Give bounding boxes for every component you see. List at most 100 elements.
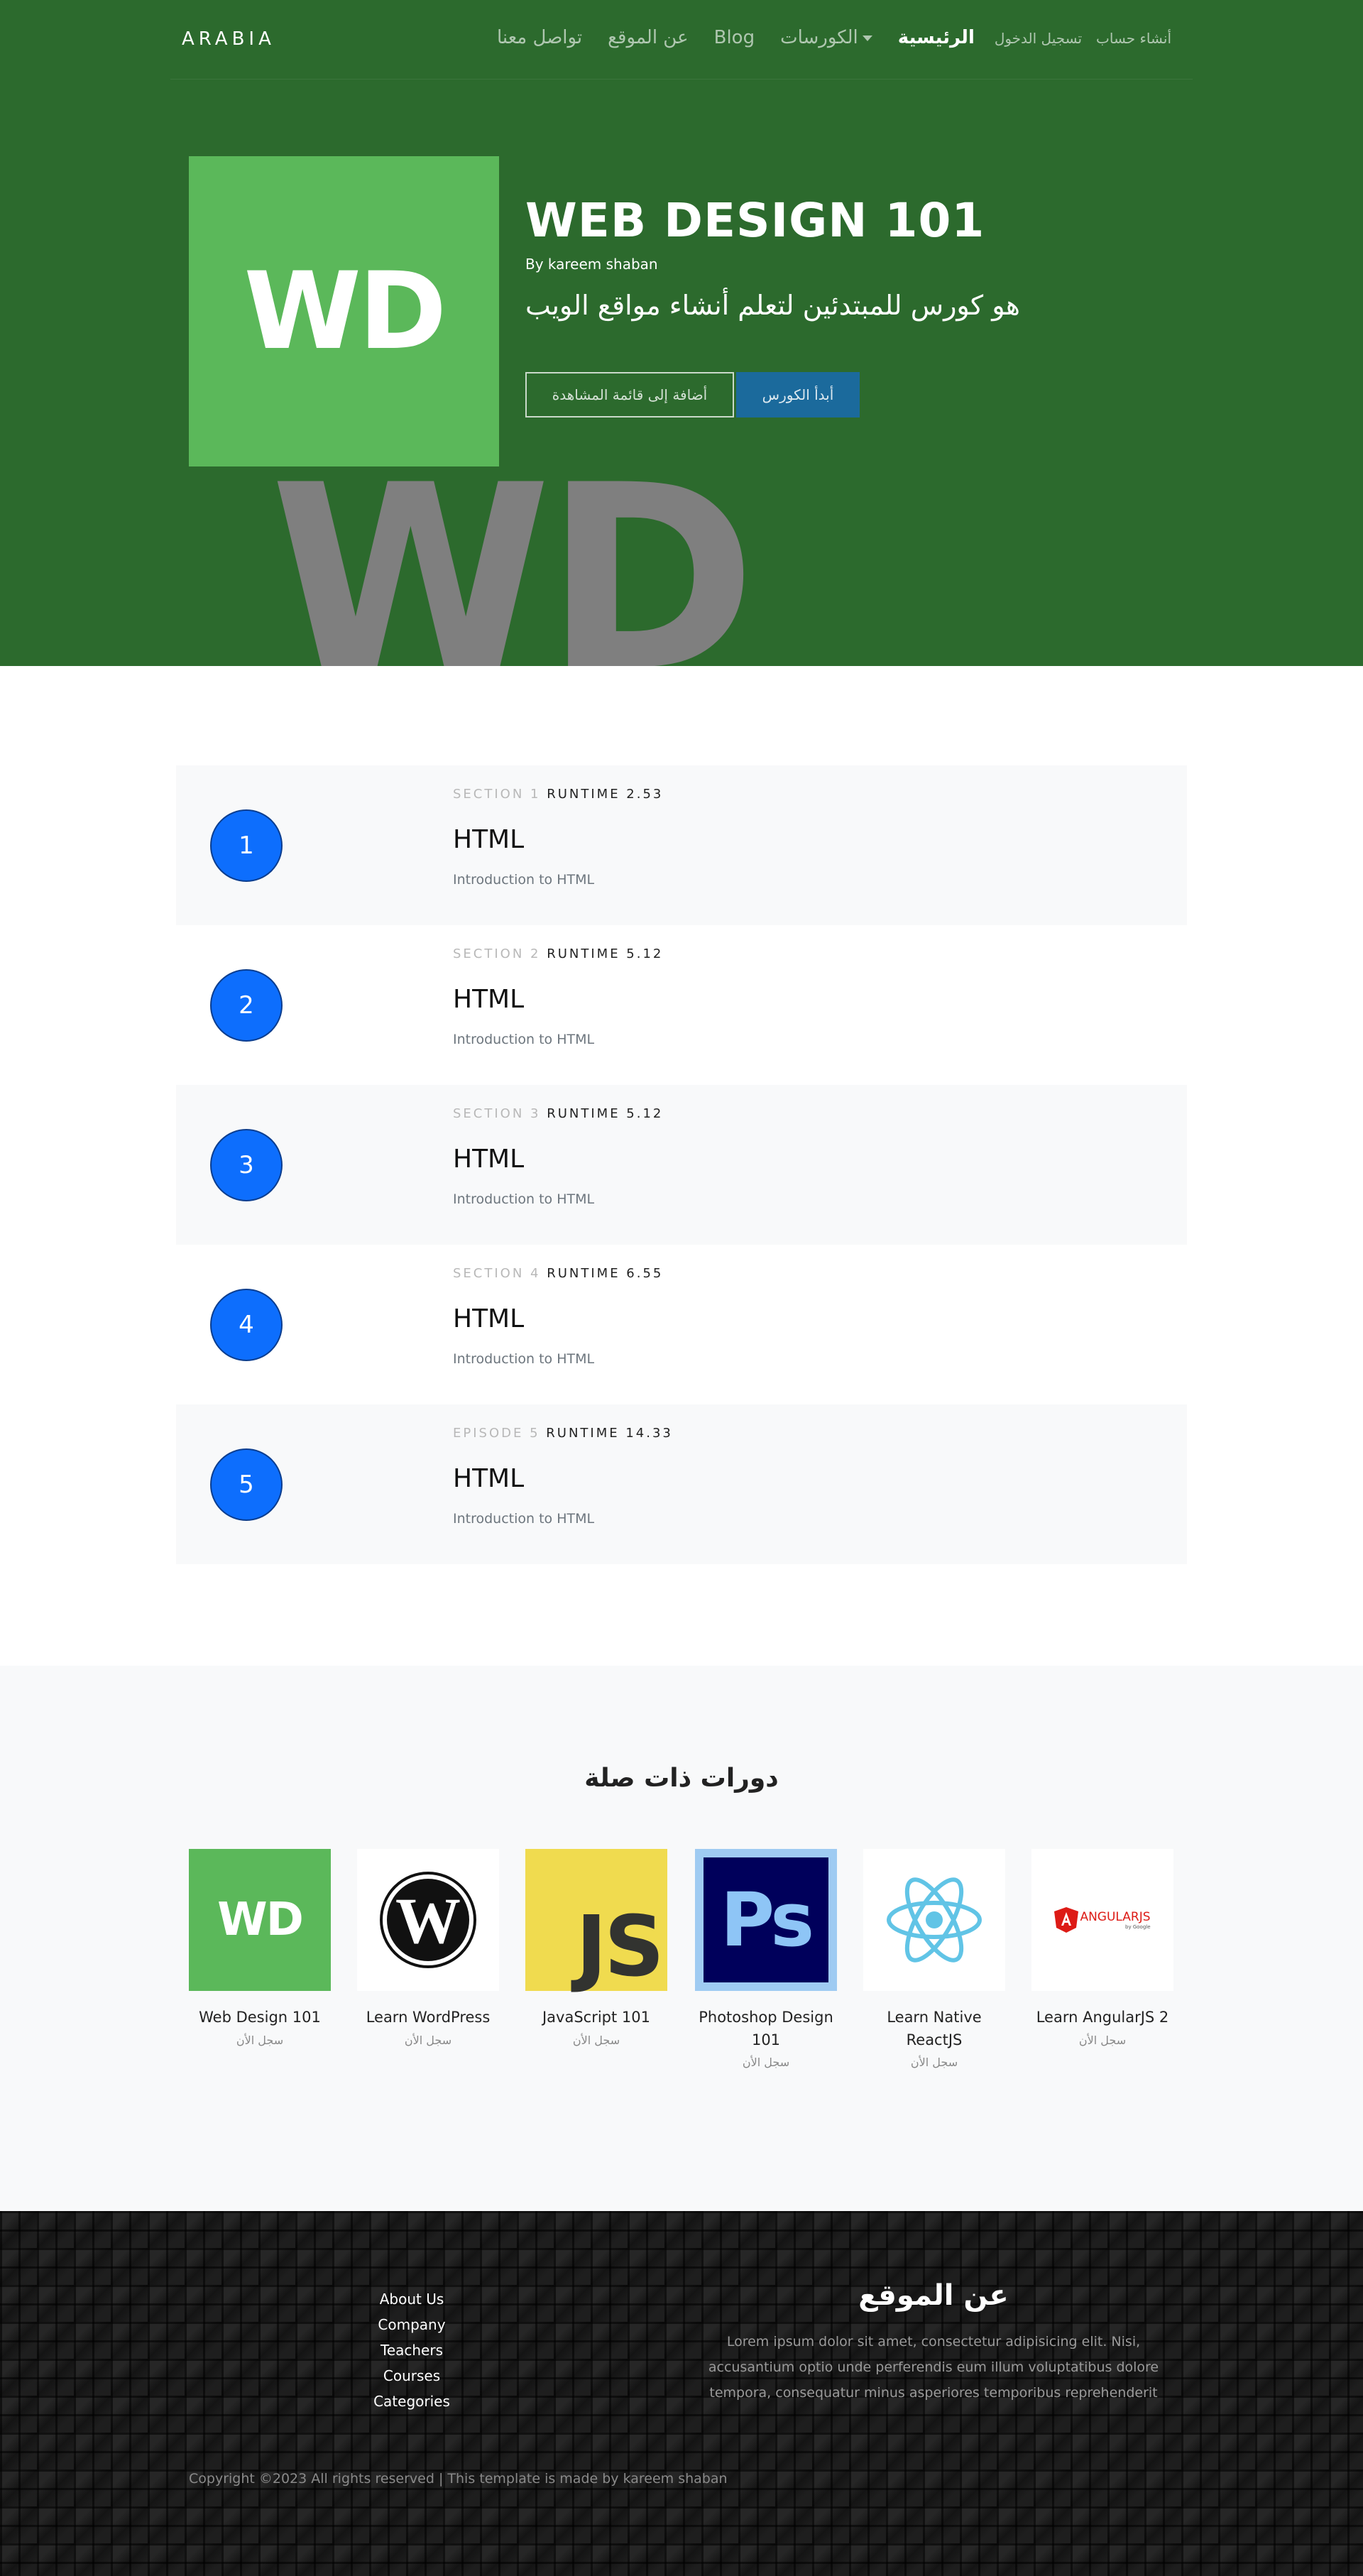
hero-watermark: WD — [270, 430, 757, 667]
wordpress-logo-icon: W — [357, 1849, 499, 1991]
navbar: ARABIA تواصل معنا عن الموقع Blog الكورسا… — [170, 0, 1193, 80]
section-runtime: RUNTIME 5.12 — [547, 946, 664, 961]
section-runtime: RUNTIME 5.12 — [547, 1106, 664, 1121]
section-row[interactable]: 2 SECTION 2 RUNTIME 5.12 HTML Introducti… — [176, 925, 1187, 1085]
footer-link-company[interactable]: Company — [341, 2312, 483, 2337]
footer-about-text: Lorem ipsum dolor sit amet, consectetur … — [708, 2334, 1159, 2401]
enroll-link[interactable]: سجل الأن — [357, 2034, 499, 2047]
add-to-watchlist-button[interactable]: أضافة إلى قائمة المشاهدة — [525, 372, 734, 417]
nav-link-home[interactable]: الرئيسية — [898, 27, 975, 48]
enroll-link[interactable]: سجل الأن — [695, 2056, 837, 2069]
course-card-name: JavaScript 101 — [542, 2009, 651, 2026]
course-card-name: Photoshop Design 101 — [699, 2009, 833, 2048]
course-sections: 1 SECTION 1 RUNTIME 2.53 HTML Introducti… — [0, 666, 1363, 1666]
course-logo: WD — [189, 156, 499, 466]
course-card[interactable]: WD Web Design 101 سجل الأن — [189, 1849, 331, 2047]
section-number-badge: 1 — [210, 809, 283, 882]
section-row[interactable]: 1 SECTION 1 RUNTIME 2.53 HTML Introducti… — [176, 765, 1187, 925]
section-description: Introduction to HTML — [453, 1511, 595, 1527]
footer-link-about-us[interactable]: About Us — [341, 2286, 483, 2312]
section-meta: SECTION 2 RUNTIME 5.12 — [453, 946, 663, 961]
section-description: Introduction to HTML — [453, 1351, 595, 1367]
section-title: HTML — [453, 985, 525, 1014]
section-number-badge: 4 — [210, 1289, 283, 1361]
footer-link-courses[interactable]: Courses — [341, 2363, 483, 2389]
course-card[interactable]: ANGULARJS by Google Learn AngularJS 2 سج… — [1031, 1849, 1173, 2047]
section-label: SECTION 4 — [453, 1266, 541, 1281]
course-author: By kareem shaban — [525, 256, 658, 273]
related-courses: دورات ذات صلة WD Web Design 101 سجل الأن… — [0, 1666, 1363, 2211]
nav-link-about[interactable]: عن الموقع — [608, 27, 688, 48]
section-description: Introduction to HTML — [453, 1032, 595, 1047]
section-meta: EPISODE 5 RUNTIME 14.33 — [453, 1426, 673, 1441]
photoshop-logo-icon: Ps — [695, 1849, 837, 1991]
section-title: HTML — [453, 1304, 525, 1333]
course-card[interactable]: JS JavaScript 101 سجل الأن — [525, 1849, 667, 2047]
javascript-logo-text: JS — [576, 1897, 664, 1995]
course-description: هو كورس للمبتدئين لتعلم أنشاء مواقع الوي… — [525, 290, 1020, 321]
footer-link-categories[interactable]: Categories — [341, 2389, 483, 2414]
svg-text:W: W — [395, 1884, 461, 1957]
course-title: WEB DESIGN 101 — [525, 193, 985, 248]
course-card-name: Web Design 101 — [199, 2009, 321, 2026]
footer-link-teachers[interactable]: Teachers — [341, 2337, 483, 2363]
copyright: Copyright ©2023 All rights reserved | Th… — [189, 2471, 728, 2487]
section-number-badge: 5 — [210, 1448, 283, 1521]
nav-link-courses-label: الكورسات — [780, 27, 858, 48]
angular-logo-subtext: by Google — [1125, 1924, 1151, 1930]
react-logo-icon — [863, 1849, 1005, 1991]
enroll-link[interactable]: سجل الأن — [525, 2034, 667, 2047]
photoshop-logo-text: Ps — [720, 1877, 814, 1963]
section-title: HTML — [453, 825, 525, 854]
section-meta: SECTION 4 RUNTIME 6.55 — [453, 1266, 663, 1281]
enroll-link[interactable]: سجل الأن — [189, 2034, 331, 2047]
section-runtime: RUNTIME 6.55 — [547, 1266, 664, 1281]
section-label: SECTION 2 — [453, 946, 541, 961]
course-card-name: Learn Native ReactJS — [887, 2009, 982, 2048]
course-logo-text: WD — [243, 249, 447, 373]
course-card-name: Learn WordPress — [366, 2009, 491, 2026]
nav-link-contact[interactable]: تواصل معنا — [497, 27, 582, 48]
javascript-logo-icon: JS — [525, 1849, 667, 1991]
brand-logo[interactable]: ARABIA — [182, 28, 275, 50]
course-card[interactable]: Learn Native ReactJS سجل الأن — [863, 1849, 1005, 2069]
footer: About Us Company Teachers Courses Catego… — [0, 2211, 1363, 2576]
course-card-name: Learn AngularJS 2 — [1036, 2009, 1169, 2026]
start-course-button[interactable]: أبدأ الكورس — [736, 372, 860, 417]
section-description: Introduction to HTML — [453, 1191, 595, 1207]
wd-logo-text: WD — [217, 1894, 304, 1946]
section-label: SECTION 1 — [453, 787, 541, 802]
section-meta: SECTION 1 RUNTIME 2.53 — [453, 787, 663, 802]
section-number-badge: 2 — [210, 969, 283, 1042]
course-card[interactable]: Ps Photoshop Design 101 سجل الأن — [695, 1849, 837, 2069]
section-row[interactable]: 4 SECTION 4 RUNTIME 6.55 HTML Introducti… — [176, 1245, 1187, 1404]
related-courses-title: دورات ذات صلة — [584, 1764, 779, 1793]
register-link[interactable]: أنشاء حساب — [1096, 30, 1171, 47]
wd-logo-icon: WD — [189, 1849, 331, 1991]
enroll-link[interactable]: سجل الأن — [1031, 2034, 1173, 2047]
footer-about-title: عن الموقع — [858, 2279, 1009, 2312]
enroll-link[interactable]: سجل الأن — [863, 2056, 1005, 2069]
nav-link-blog[interactable]: Blog — [714, 27, 755, 48]
angular-logo-icon: ANGULARJS by Google — [1031, 1849, 1173, 1991]
angular-logo-text: ANGULARJS — [1080, 1910, 1151, 1924]
chevron-down-icon — [862, 35, 872, 41]
section-number-badge: 3 — [210, 1129, 283, 1201]
nav-auth: تسجيل الدخول أنشاء حساب — [995, 30, 1171, 47]
section-row[interactable]: 3 SECTION 3 RUNTIME 5.12 HTML Introducti… — [176, 1085, 1187, 1245]
footer-links: About Us Company Teachers Courses Catego… — [341, 2286, 483, 2414]
section-title: HTML — [453, 1464, 525, 1493]
section-runtime: RUNTIME 2.53 — [547, 787, 664, 802]
section-description: Introduction to HTML — [453, 872, 595, 888]
section-title: HTML — [453, 1145, 525, 1174]
nav-links: تواصل معنا عن الموقع Blog الكورسات الرئي… — [497, 27, 1000, 48]
course-card[interactable]: W Learn WordPress سجل الأن — [357, 1849, 499, 2047]
section-label: EPISODE 5 — [453, 1426, 540, 1441]
hero-section: ARABIA تواصل معنا عن الموقع Blog الكورسا… — [0, 0, 1363, 666]
nav-link-courses-dropdown[interactable]: الكورسات — [780, 27, 872, 48]
section-row[interactable]: 5 EPISODE 5 RUNTIME 14.33 HTML Introduct… — [176, 1404, 1187, 1564]
section-label: SECTION 3 — [453, 1106, 541, 1121]
section-runtime: RUNTIME 14.33 — [546, 1426, 673, 1441]
section-meta: SECTION 3 RUNTIME 5.12 — [453, 1106, 663, 1121]
login-link[interactable]: تسجيل الدخول — [995, 30, 1082, 47]
